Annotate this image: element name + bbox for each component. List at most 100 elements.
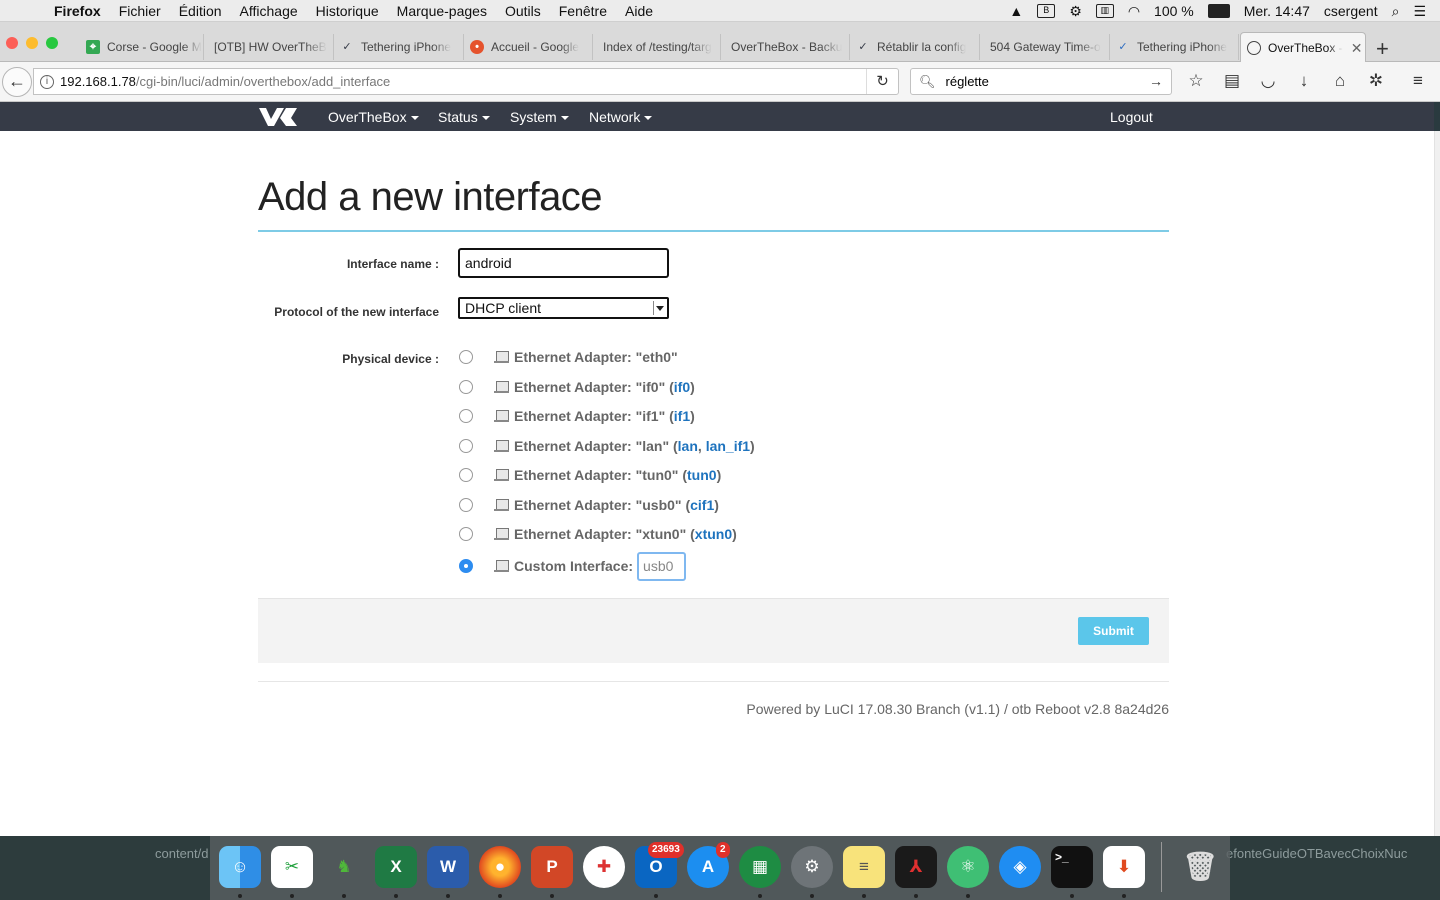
back-arrow-icon[interactable]: ← <box>2 67 32 97</box>
battery-icon[interactable] <box>1207 4 1230 18</box>
notification-center-icon[interactable]: ☰ <box>1413 3 1426 20</box>
atom-icon[interactable]: ⚛ <box>947 846 989 888</box>
reading-list-icon[interactable]: ▤ <box>1222 71 1242 91</box>
device-option-eth0[interactable]: Ethernet Adapter: "eth0" <box>458 347 678 367</box>
tab-1[interactable]: [OTB] HW OverTheB <box>204 34 334 60</box>
url-bar[interactable]: i 192.168.1.78 /cgi-bin/luci/admin/overt… <box>33 68 899 95</box>
home-icon[interactable]: ⌂ <box>1330 71 1350 91</box>
menu-app-name[interactable]: Firefox <box>54 3 101 19</box>
radio-button[interactable] <box>459 527 473 541</box>
menu-aide[interactable]: Aide <box>625 3 653 19</box>
new-tab-icon[interactable]: + <box>1376 38 1389 60</box>
radio-button[interactable] <box>459 350 473 364</box>
download-icon[interactable]: ↓ <box>1294 71 1314 91</box>
system-preferences-icon[interactable]: ⚙ <box>791 846 833 888</box>
protocol-select[interactable]: DHCP client <box>458 297 669 319</box>
radio-button[interactable] <box>459 439 473 453</box>
vpn-icon[interactable]: ⚙ <box>1069 3 1082 20</box>
presentation-app-icon[interactable]: ▦ <box>739 846 781 888</box>
menu-historique[interactable]: Historique <box>316 3 379 19</box>
device-option-tun0[interactable]: Ethernet Adapter: "tun0" (tun0) <box>458 465 721 485</box>
network-link[interactable]: cif1 <box>690 497 714 513</box>
firefox-icon[interactable]: ● <box>479 846 521 888</box>
network-link[interactable]: xtun0 <box>695 526 732 542</box>
network-link[interactable]: if0 <box>674 379 690 395</box>
device-option-xtun0[interactable]: Ethernet Adapter: "xtun0" (xtun0) <box>458 524 737 544</box>
safari-icon[interactable]: ◈ <box>999 846 1041 888</box>
tab-3[interactable]: • Accueil - Google <box>464 34 593 60</box>
tab-5[interactable]: OverTheBox - Backu <box>721 34 850 60</box>
hamburger-menu-icon[interactable]: ≡ <box>1408 71 1428 91</box>
tab-0[interactable]: ⌖ Corse - Google M <box>80 34 204 60</box>
tab-6[interactable]: ✓ Rétablir la config <box>850 34 980 60</box>
battery-percent[interactable]: 100 % <box>1154 3 1194 19</box>
nav-system[interactable]: System <box>510 102 569 131</box>
radio-button[interactable] <box>459 409 473 423</box>
acrobat-icon[interactable]: ⅄ <box>895 846 937 888</box>
search-input[interactable]: 🔍︎ réglette → <box>910 68 1172 95</box>
device-option-if1[interactable]: Ethernet Adapter: "if1" (if1) <box>458 406 695 426</box>
tab-7[interactable]: 504 Gateway Time-o <box>980 34 1110 60</box>
radio-button[interactable] <box>459 468 473 482</box>
nav-overthebox[interactable]: OverTheBox <box>328 102 419 131</box>
menu-fichier[interactable]: Fichier <box>119 3 161 19</box>
spotlight-icon[interactable]: ⌕ <box>1392 3 1400 20</box>
menu-marque-pages[interactable]: Marque-pages <box>397 3 487 19</box>
overthebox-logo-icon[interactable] <box>258 106 298 127</box>
minimize-window-icon[interactable] <box>26 37 38 49</box>
page-scrollbar[interactable] <box>1434 131 1440 836</box>
tab-8[interactable]: ✓ Tethering iPhone <box>1110 34 1239 60</box>
extension-icon[interactable]: ✲ <box>1366 71 1386 91</box>
network-link[interactable]: tun0 <box>687 467 717 483</box>
device-option-if0[interactable]: Ethernet Adapter: "if0" (if0) <box>458 377 695 397</box>
user-name[interactable]: csergent <box>1324 3 1378 19</box>
keyboard-icon[interactable]: ▥ <box>1095 4 1114 18</box>
device-option-usb0[interactable]: Ethernet Adapter: "usb0" (cif1) <box>458 495 719 515</box>
device-option-custom[interactable]: Custom Interface: usb0 <box>458 551 687 581</box>
menu-fenetre[interactable]: Fenêtre <box>559 3 607 19</box>
info-icon[interactable]: i <box>40 74 54 89</box>
close-window-icon[interactable] <box>6 37 18 49</box>
zoom-window-icon[interactable] <box>46 37 58 49</box>
menu-outils[interactable]: Outils <box>505 3 541 19</box>
clock[interactable]: Mer. 14:47 <box>1244 3 1310 19</box>
nav-network[interactable]: Network <box>589 102 653 131</box>
frog-app-icon[interactable]: ♞ <box>323 846 365 888</box>
logout-link[interactable]: Logout <box>1110 102 1153 131</box>
terminal-icon[interactable]: >_ <box>1051 846 1093 888</box>
network-link[interactable]: lan <box>678 438 698 454</box>
tab-2[interactable]: ✓ Tethering iPhone <box>334 34 464 60</box>
radio-button-selected[interactable] <box>459 559 473 573</box>
tab-4[interactable]: Index of /testing/targ <box>593 34 721 60</box>
menu-edition[interactable]: Édition <box>179 3 222 19</box>
notes-icon[interactable]: ≡ <box>843 846 885 888</box>
xmind-icon[interactable]: ✂ <box>271 846 313 888</box>
submit-button[interactable]: Submit <box>1078 617 1149 645</box>
device-option-lan[interactable]: Ethernet Adapter: "lan" (lan, lan_if1) <box>458 436 755 456</box>
go-arrow-icon[interactable]: → <box>1149 73 1163 89</box>
bookmark-star-icon[interactable]: ☆ <box>1186 71 1206 91</box>
custom-interface-input[interactable]: usb0 <box>637 551 687 581</box>
excel-icon[interactable]: X <box>375 846 417 888</box>
network-link[interactable]: if1 <box>674 408 690 424</box>
powerpoint-icon[interactable]: P <box>531 846 573 888</box>
menu-affichage[interactable]: Affichage <box>240 3 298 19</box>
tab-strip: ⌖ Corse - Google M [OTB] HW OverTheB ✓ T… <box>0 22 1440 63</box>
office-installer-icon[interactable]: ⬇ <box>1103 846 1145 888</box>
wifi-icon[interactable]: ◠ <box>1128 3 1140 20</box>
finder-icon[interactable]: ☺ <box>219 846 261 888</box>
interface-name-input[interactable]: android <box>458 248 669 278</box>
network-link[interactable]: lan_if1 <box>706 438 750 454</box>
reload-icon[interactable]: ↻ <box>866 69 898 94</box>
trash-icon[interactable]: 🗑︎ <box>1179 846 1221 888</box>
close-tab-icon[interactable]: ✕ <box>1351 40 1363 57</box>
drive-icon[interactable]: ▲ <box>1009 3 1023 19</box>
puzzle-app-icon[interactable]: ✚ <box>583 846 625 888</box>
word-icon[interactable]: W <box>427 846 469 888</box>
radio-button[interactable] <box>459 380 473 394</box>
pocket-icon[interactable]: ◡ <box>1258 71 1278 91</box>
nav-status[interactable]: Status <box>438 102 490 131</box>
radio-button[interactable] <box>459 498 473 512</box>
tab-9-active[interactable]: OverTheBox - ✕ <box>1240 32 1366 63</box>
b-app-icon[interactable]: B <box>1037 4 1056 18</box>
